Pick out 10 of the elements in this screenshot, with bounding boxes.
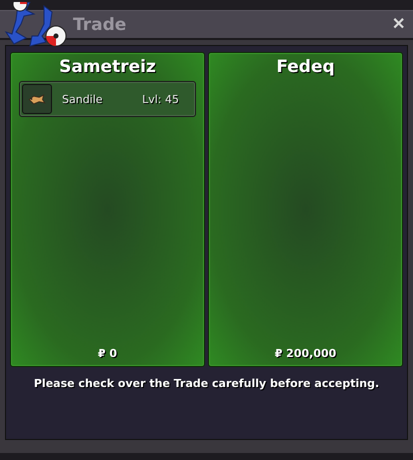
player-name: Fedeq xyxy=(275,57,336,77)
trade-warning: Please check over the Trade carefully before accepting. xyxy=(32,377,380,390)
trade-item[interactable]: Sandile Lvl: 45 xyxy=(19,81,196,117)
pokemon-name: Sandile xyxy=(62,92,104,106)
money-amount: ₽ 200,000 xyxy=(274,347,338,360)
close-button[interactable]: ✕ xyxy=(390,16,407,32)
pokemon-level: Lvl: 45 xyxy=(142,92,179,106)
window-title: Trade xyxy=(73,14,128,34)
player-name: Sametreiz xyxy=(58,57,157,77)
money-amount: ₽ 0 xyxy=(96,347,118,360)
